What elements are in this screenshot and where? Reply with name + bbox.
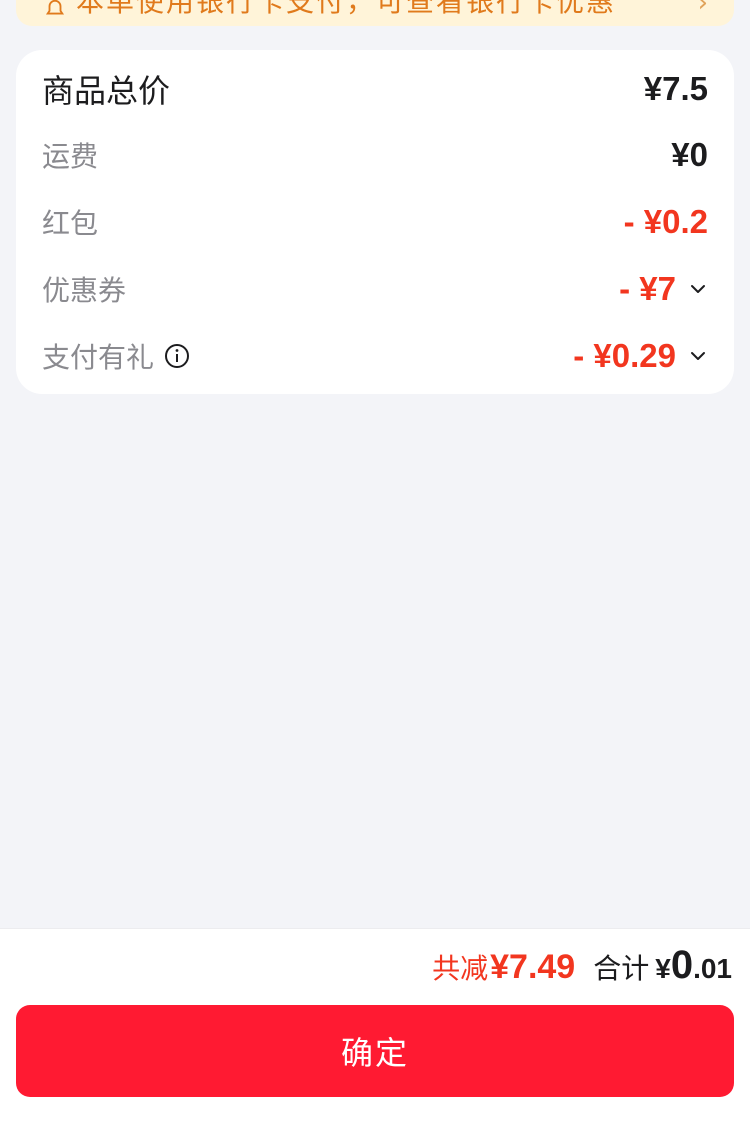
saved-label: 共减 [432,952,489,985]
coupon-value-wrap: - ¥7 [619,270,708,308]
bank-card-notice-banner[interactable]: 本单使用银行卡支付，可查看银行卡优惠 › [16,0,734,26]
coupon-label: 优惠券 [42,274,127,307]
payment-gift-label: 支付有礼 [42,341,155,374]
row-payment-gift[interactable]: 支付有礼 - ¥0.29 [42,331,708,381]
goods-total-label: 商品总价 [42,72,171,110]
payment-gift-label-wrap: 支付有礼 [42,336,190,376]
row-shipping: 运费 ¥0 [42,130,708,180]
notice-text: 本单使用银行卡支付，可查看银行卡优惠 [76,0,617,18]
total-label: 合计 [593,952,650,985]
row-coupon[interactable]: 优惠券 - ¥7 [42,264,708,314]
bell-icon [45,0,65,15]
chevron-down-icon[interactable] [688,279,708,299]
payment-summary-page: 本单使用银行卡支付，可查看银行卡优惠 › 商品总价 ¥7.5 运费 ¥0 红包 … [0,0,750,1133]
total-currency: ¥ [655,953,671,984]
row-goods-total: 商品总价 ¥7.5 [42,64,708,114]
chevron-down-icon[interactable] [688,346,708,366]
confirm-button[interactable]: 确定 [16,1005,734,1097]
payment-gift-value-wrap: - ¥0.29 [573,337,708,375]
price-summary-card: 商品总价 ¥7.5 运费 ¥0 红包 - ¥0.2 优惠券 - ¥7 支付有礼 [16,50,734,394]
total-integer: 0 [670,943,694,987]
checkout-bar: 共减 ¥7.49 合计 ¥ 0 .01 确定 [0,928,750,1133]
coupon-value: - ¥7 [619,270,676,307]
red-packet-value: - ¥0.2 [623,203,708,240]
shipping-label: 运费 [42,140,99,173]
saved-value: ¥7.49 [490,948,576,986]
shipping-value: ¥0 [671,136,708,173]
totals-summary: 共减 ¥7.49 合计 ¥ 0 .01 [432,943,732,987]
total-decimal: .01 [693,953,732,984]
payment-gift-value: - ¥0.29 [573,337,676,374]
row-red-packet: 红包 - ¥0.2 [42,197,708,247]
info-icon[interactable] [164,343,190,369]
chevron-right-icon: › [697,0,708,18]
red-packet-label: 红包 [42,207,99,240]
goods-total-value: ¥7.5 [643,70,708,107]
